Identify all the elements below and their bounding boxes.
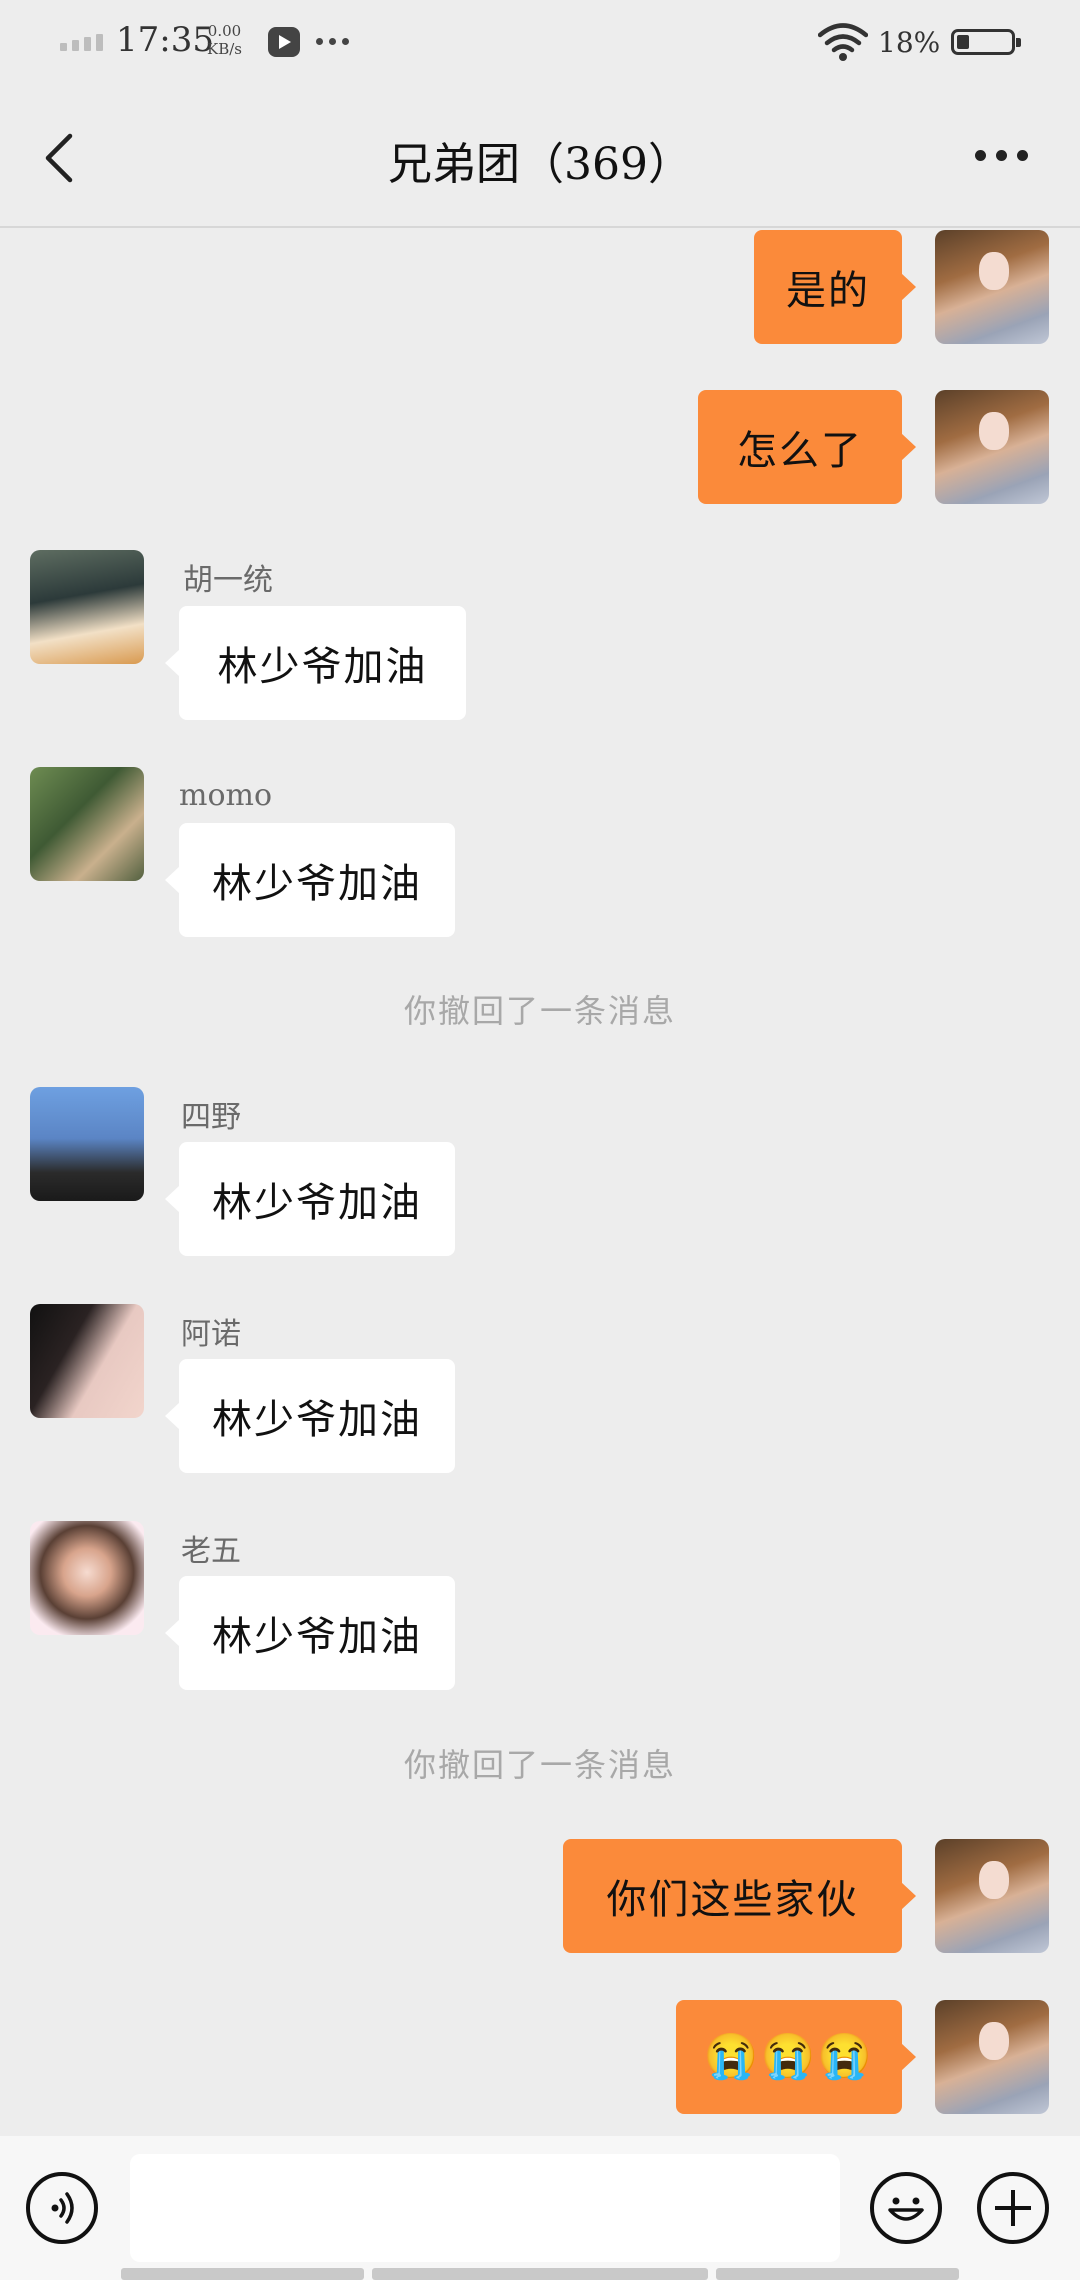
sender-name: 老五 — [181, 1534, 241, 1569]
message-bubble[interactable]: 林少爷加油 — [165, 606, 466, 720]
signal-icon — [60, 34, 103, 51]
recall-notice: 你撤回了一条消息 — [403, 992, 676, 1030]
more-dots-icon[interactable] — [975, 150, 1028, 161]
status-bar: 17:35 0.00 KB/s 18% — [0, 0, 1080, 90]
wifi-icon — [818, 23, 868, 61]
message-bubble[interactable]: 林少爷加油 — [165, 823, 455, 937]
sender-avatar[interactable] — [30, 767, 144, 881]
nav-bar-segment — [121, 2268, 364, 2280]
emoji-message-bubble[interactable]: 😭😭😭 — [676, 2000, 916, 2114]
battery-icon — [951, 29, 1021, 55]
self-avatar[interactable] — [935, 390, 1049, 504]
recall-notice: 你撤回了一条消息 — [403, 1746, 676, 1784]
self-avatar[interactable] — [935, 230, 1049, 344]
status-time: 17:35 — [116, 20, 214, 60]
media-play-icon — [268, 27, 300, 57]
sender-name: 四野 — [181, 1100, 241, 1135]
sender-avatar[interactable] — [30, 1304, 144, 1418]
input-bar — [0, 2136, 1080, 2280]
self-avatar[interactable] — [935, 2000, 1049, 2114]
battery-percent: 18% — [878, 26, 941, 59]
sender-avatar[interactable] — [30, 550, 144, 664]
nav-bar-segment — [716, 2268, 959, 2280]
network-speed-unit: KB/s — [207, 40, 242, 58]
message-bubble[interactable]: 林少爷加油 — [165, 1359, 455, 1473]
message-bubble[interactable]: 你们这些家伙 — [563, 1839, 916, 1953]
message-bubble[interactable]: 林少爷加油 — [165, 1142, 455, 1256]
self-avatar[interactable] — [935, 1839, 1049, 1953]
message-bubble[interactable]: 是的 — [754, 230, 916, 344]
status-more-icon — [316, 38, 349, 45]
voice-icon[interactable] — [26, 2172, 98, 2244]
sender-avatar[interactable] — [30, 1087, 144, 1201]
message-bubble[interactable]: 怎么了 — [698, 390, 916, 504]
network-speed-value: 0.00 — [207, 22, 242, 40]
sender-name: momo — [179, 778, 273, 813]
chat-header: 兄弟团（369） — [0, 90, 1080, 228]
smiley-icon[interactable] — [870, 2172, 942, 2244]
sender-name: 胡一统 — [183, 563, 273, 598]
sender-avatar[interactable] — [30, 1521, 144, 1635]
message-input[interactable] — [130, 2154, 840, 2262]
plus-icon[interactable] — [977, 2172, 1049, 2244]
chat-title: 兄弟团（369） — [388, 139, 692, 190]
network-speed: 0.00 KB/s — [207, 22, 242, 58]
nav-bar-segment — [372, 2268, 708, 2280]
message-bubble[interactable]: 林少爷加油 — [165, 1576, 455, 1690]
sender-name: 阿诺 — [181, 1317, 241, 1352]
